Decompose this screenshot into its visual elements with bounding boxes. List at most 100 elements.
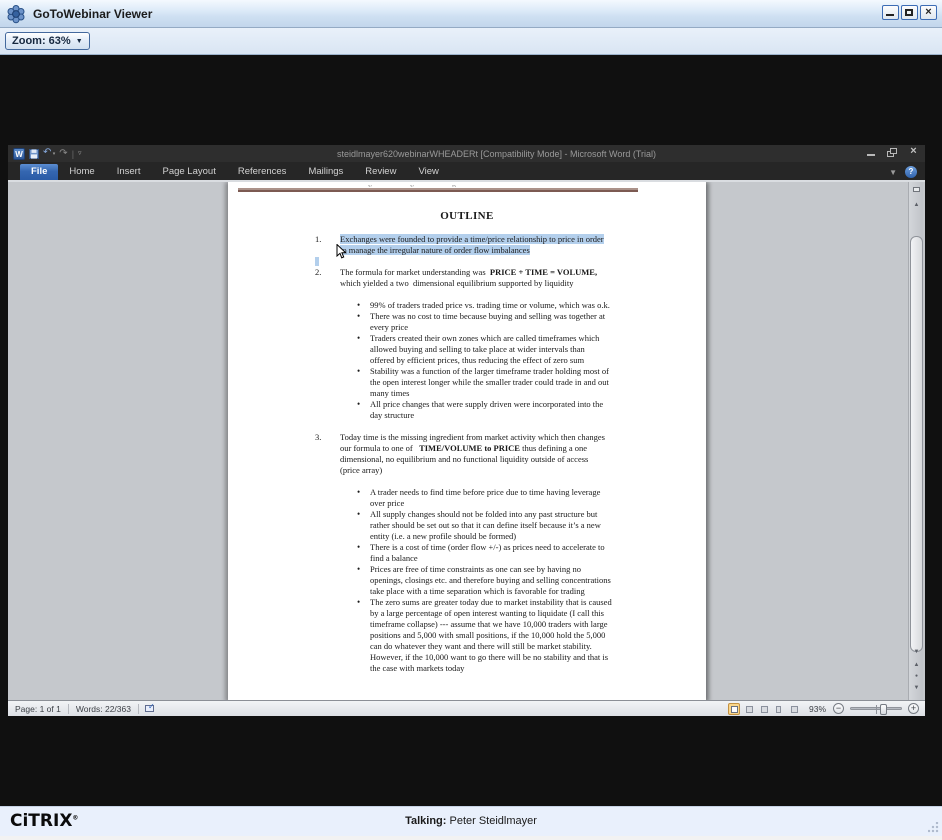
bullet-group: A trader needs to find time before price…: [228, 487, 706, 674]
zoom-slider-thumb[interactable]: [880, 704, 887, 715]
draft-view-button[interactable]: [788, 703, 800, 715]
tab-mailings[interactable]: Mailings: [297, 164, 354, 180]
document-text-line: However, if the 10,000 want to go there …: [370, 652, 609, 662]
web-layout-view-button[interactable]: [758, 703, 770, 715]
viewer-zoom-dropdown[interactable]: Zoom: 63% ▼: [5, 32, 90, 50]
document-text-line: take place with a time separation which …: [370, 586, 585, 596]
word-window: W ↶ ▾ ↷ | ▿ steidlmayer620webinarWHEADER…: [8, 145, 925, 716]
outline-item[interactable]: 3. Today time is the missing ingredient f…: [228, 432, 706, 476]
document-text-line: can do whatever they want and there will…: [370, 641, 592, 651]
document-text-line: every price: [370, 322, 408, 332]
document-page[interactable]: y y p OUTLINE 1. Exchanges were founded t…: [228, 182, 706, 700]
document-text-line: many times: [370, 388, 410, 398]
tab-references[interactable]: References: [227, 164, 298, 180]
minimize-button[interactable]: [882, 5, 899, 20]
viewer-titlebar: GoToWebinar Viewer ×: [0, 0, 942, 28]
document-text-line: day structure: [370, 410, 415, 420]
document-text-line: 99% of traders traded price vs. trading …: [370, 300, 610, 310]
bullet-item[interactable]: All supply changes should not be folded …: [357, 509, 696, 542]
ribbon-right-controls: ▼ ?: [889, 166, 917, 178]
outline-item[interactable]: 1. Exchanges were founded to provide a ti…: [228, 234, 706, 256]
clipped-header-text: y y p: [368, 182, 474, 187]
document-text-line: which yielded a two dimensional equilibr…: [340, 278, 574, 288]
viewer-toolbar: Zoom: 63% ▼: [0, 28, 942, 55]
zoom-slider-notch: [876, 705, 877, 714]
tab-review[interactable]: Review: [354, 164, 407, 180]
document-text-line: the case with markets today: [370, 663, 465, 673]
word-count-status[interactable]: Words: 22/363: [69, 704, 138, 714]
document-text-line: The zero sums are greater today due to m…: [370, 597, 612, 607]
bullet-item[interactable]: Traders created their own zones which ar…: [357, 333, 696, 366]
outline-item-text: The formula for market understanding was…: [340, 267, 696, 289]
document-text-line: our formula to one of TIME/VOLUME to PRI…: [340, 443, 588, 453]
bullet-group: 99% of traders traded price vs. trading …: [228, 300, 706, 421]
fullscreen-reading-view-button[interactable]: [743, 703, 755, 715]
tab-home[interactable]: Home: [58, 164, 105, 180]
close-button[interactable]: ×: [920, 5, 937, 20]
document-text-line: openings, closings etc. and therefore bu…: [370, 575, 611, 585]
zoom-level-status[interactable]: 93%: [809, 704, 826, 714]
outline-item-text: Today time is the missing ingredient fro…: [340, 432, 696, 476]
scrollbar-thumb[interactable]: [910, 236, 923, 652]
tab-view[interactable]: View: [407, 164, 449, 180]
document-text-line: offered by efficient prices, thus reduci…: [370, 355, 585, 365]
document-text-line: positions and 5,000 with small positions…: [370, 630, 606, 640]
outline-list: 1. Exchanges were founded to provide a ti…: [228, 234, 706, 685]
document-text-line: Stability was a function of the larger t…: [370, 366, 609, 376]
word-restore-button[interactable]: [887, 148, 898, 157]
bullet-item[interactable]: Prices are free of time constraints as o…: [357, 564, 696, 597]
word-minimize-button[interactable]: [866, 148, 877, 157]
next-page-button[interactable]: ▼: [910, 682, 923, 694]
ribbon-tab-bar: File Home Insert Page Layout References Maili…: [8, 162, 925, 180]
bullet-item[interactable]: All price changes that were supply drive…: [357, 399, 696, 421]
document-text-line: There was no cost to time because buying…: [370, 311, 606, 321]
word-close-button[interactable]: ×: [908, 145, 919, 157]
maximize-button[interactable]: [901, 5, 918, 20]
selected-empty-paragraph: [228, 256, 706, 267]
document-text-line: entity (i.e. a new profile should be for…: [370, 531, 517, 541]
document-text-line: Exchanges were founded to provide a time…: [340, 234, 604, 244]
document-text-line: by a large percentage of open interest w…: [370, 608, 604, 618]
proofing-status-icon[interactable]: ✓: [144, 702, 156, 714]
document-text-line: The formula for market understanding was…: [340, 267, 598, 277]
bullet-item[interactable]: Stability was a function of the larger t…: [357, 366, 696, 399]
zoom-out-button[interactable]: −: [833, 703, 844, 714]
outline-item[interactable]: 2. The formula for market understanding w…: [228, 267, 706, 289]
selection-mark: [315, 257, 319, 266]
print-layout-view-button[interactable]: [727, 702, 740, 715]
help-icon[interactable]: ?: [905, 166, 917, 178]
bullet-item[interactable]: A trader needs to find time before price…: [357, 487, 696, 509]
document-heading: OUTLINE: [440, 210, 494, 222]
tab-insert[interactable]: Insert: [106, 164, 152, 180]
screen-share-stage: W ↶ ▾ ↷ | ▿ steidlmayer620webinarWHEADER…: [0, 55, 942, 806]
scroll-up-icon[interactable]: ▲: [910, 199, 923, 211]
document-text-line: timeframe collapse) --- assume that we h…: [370, 619, 608, 629]
chevron-down-icon: ▼: [75, 37, 83, 45]
vertical-scrollbar[interactable]: ▲ ▼ ▲ ● ▼: [908, 182, 923, 700]
zoom-slider[interactable]: [850, 704, 902, 715]
ribbon-collapse-icon[interactable]: ▼: [889, 168, 897, 177]
browse-object-button[interactable]: ●: [910, 670, 923, 682]
zoom-in-button[interactable]: +: [908, 703, 919, 714]
outline-view-button[interactable]: [773, 703, 785, 715]
bullet-item[interactable]: There was no cost to time because buying…: [357, 311, 696, 333]
talking-label: Talking:: [405, 815, 447, 827]
tab-file[interactable]: File: [20, 164, 59, 180]
statusbar-separator: [137, 703, 139, 714]
bullet-item[interactable]: The zero sums are greater today due to m…: [357, 597, 696, 674]
talking-status: Talking: Peter Steidlmayer: [0, 815, 942, 827]
bullet-item[interactable]: There is a cost of time (order flow +/-)…: [357, 542, 696, 564]
outline-item-number: 2.: [315, 267, 322, 277]
document-text-line: All price changes that were supply drive…: [370, 399, 604, 409]
tab-page-layout[interactable]: Page Layout: [151, 164, 226, 180]
page-count-status[interactable]: Page: 1 of 1: [8, 704, 68, 714]
document-text-line: to manage the irregular nature of order …: [340, 245, 530, 255]
gotowebinar-viewer-window: GoToWebinar Viewer × Zoom: 63% ▼ W ↶ ▾ ↷…: [0, 0, 942, 840]
view-ruler-button[interactable]: [910, 184, 923, 196]
resize-grip[interactable]: [928, 822, 939, 833]
document-text-line: find a balance: [370, 553, 418, 563]
bullet-item[interactable]: 99% of traders traded price vs. trading …: [357, 300, 696, 311]
scroll-down-icon[interactable]: ▼: [910, 646, 923, 658]
document-text-line: Traders created their own zones which ar…: [370, 333, 600, 343]
document-text-line: allowed buying and selling to take place…: [370, 344, 585, 354]
